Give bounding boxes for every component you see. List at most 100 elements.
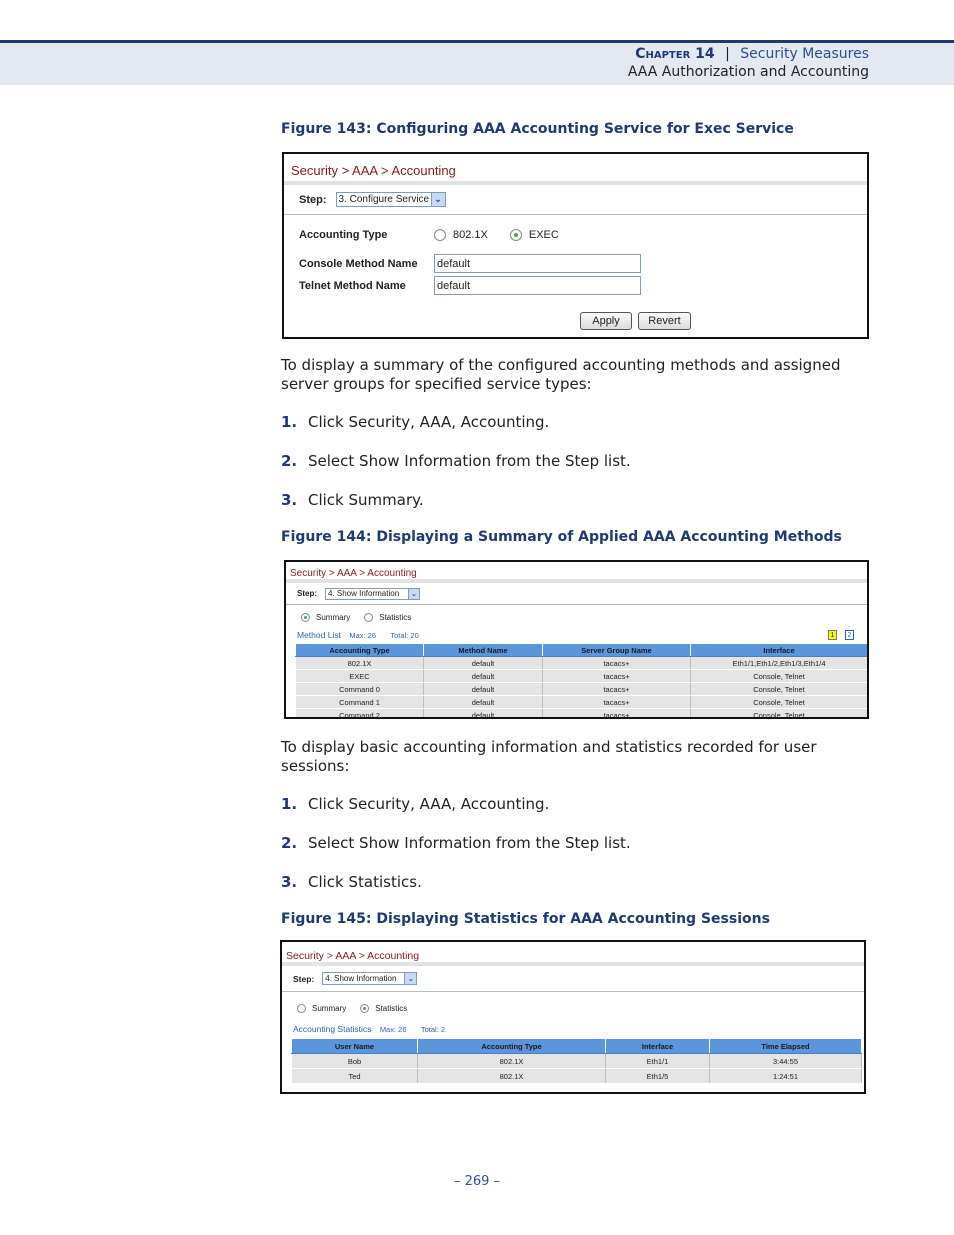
telnet-method-row: Telnet Method Name default <box>299 276 641 295</box>
figure-144-caption: Figure 144: Displaying a Summary of Appl… <box>281 529 842 545</box>
step-number: 2. <box>281 834 298 852</box>
step-label: Step: <box>297 589 317 598</box>
column-header: Interface <box>605 1038 710 1054</box>
cell: Command 2 <box>295 708 424 717</box>
cell: 802.1X <box>417 1053 606 1069</box>
cell: Bob <box>291 1053 418 1069</box>
cell: tacacs+ <box>542 708 691 717</box>
cell: Eth1/1 <box>605 1053 710 1069</box>
max-count: Max: 26 <box>349 631 377 640</box>
cell: tacacs+ <box>542 669 691 683</box>
cell: default <box>423 669 543 683</box>
figure-143-screenshot: Security > AAA > Accounting Step: 3. Con… <box>282 152 869 339</box>
step-item: 2. Select Show Information from the Step … <box>281 834 631 852</box>
figure-145-screenshot: Security > AAA > Accounting Step: 4. Sho… <box>280 940 866 1094</box>
cell: Ted <box>291 1068 418 1084</box>
list-title: Accounting Statistics Max: 26 Total: 2 <box>293 1024 445 1034</box>
chevron-down-icon[interactable]: ⌄ <box>404 973 417 984</box>
breadcrumb: Security > AAA > Accounting <box>286 950 420 962</box>
step-label: Step: <box>299 193 327 206</box>
figure-143-caption: Figure 143: Configuring AAA Accounting S… <box>281 121 794 137</box>
cell: tacacs+ <box>542 656 691 670</box>
step-select[interactable]: 4. Show Information ⌄ <box>322 972 418 985</box>
cell: default <box>423 682 543 696</box>
console-method-row: Console Method Name default <box>299 254 641 273</box>
chevron-down-icon[interactable]: ⌄ <box>408 588 419 599</box>
table-header-row: User Name Accounting Type Interface Time… <box>291 1038 862 1054</box>
radio-exec[interactable] <box>509 229 522 241</box>
step-item: 3. Click Statistics. <box>281 873 422 891</box>
step-text: Click Summary. <box>308 491 424 509</box>
radio-summary[interactable] <box>301 613 310 622</box>
page-1-button[interactable]: 1 <box>828 630 837 640</box>
radio-summary-label: Summary <box>316 613 351 622</box>
step-text: Click Security, AAA, Accounting. <box>308 413 550 431</box>
table-row: Command 0 default tacacs+ Console, Telne… <box>295 682 867 696</box>
page-number: – 269 – <box>453 1174 501 1189</box>
revert-button[interactable]: Revert <box>638 312 691 330</box>
breadcrumb-bar: Security > AAA > Accounting <box>286 562 867 583</box>
intro-paragraph-1: To display a summary of the configured a… <box>281 356 841 393</box>
breadcrumb: Security > AAA > Accounting <box>291 163 456 178</box>
accounting-statistics-title: Accounting Statistics <box>293 1024 372 1034</box>
step-select-value: 3. Configure Service <box>338 194 430 205</box>
header-separator: | <box>725 46 730 62</box>
figure-144-screenshot: Security > AAA > Accounting Step: 4. Sho… <box>284 560 869 719</box>
table-row: Command 1 default tacacs+ Console, Telne… <box>295 695 867 709</box>
console-method-input[interactable]: default <box>434 254 641 273</box>
radio-802-1x[interactable] <box>434 229 446 241</box>
step-item: 1. Click Security, AAA, Accounting. <box>281 413 549 431</box>
cell: Eth1/1,Eth1/2,Eth1/3,Eth1/4 <box>690 656 867 670</box>
step-item: 1. Click Security, AAA, Accounting. <box>281 795 549 813</box>
chevron-down-icon[interactable]: ⌄ <box>430 193 445 206</box>
step-text: Click Statistics. <box>308 873 422 891</box>
step-select-value: 4. Show Information <box>328 589 400 598</box>
breadcrumb-bar: Security > AAA > Accounting <box>284 154 867 185</box>
cell: Command 0 <box>295 682 424 696</box>
column-header: Accounting Type <box>295 643 424 657</box>
section-title: Security Measures <box>740 46 869 62</box>
method-list-title: Method List <box>297 630 341 640</box>
cell: 802.1X <box>295 656 424 670</box>
step-text: Select Show Information from the Step li… <box>308 452 631 470</box>
list-title: Method List Max: 26 Total: 20 <box>297 630 419 640</box>
step-number: 1. <box>281 795 298 813</box>
table-row: 802.1X default tacacs+ Eth1/1,Eth1/2,Eth… <box>295 656 867 670</box>
column-header: Interface <box>690 643 867 657</box>
figure-145-caption: Figure 145: Displaying Statistics for AA… <box>281 911 770 927</box>
column-header: Method Name <box>423 643 543 657</box>
cell: EXEC <box>295 669 424 683</box>
telnet-method-label: Telnet Method Name <box>299 279 406 292</box>
step-row: Step: 3. Configure Service ⌄ <box>284 185 867 215</box>
step-row: Step: 4. Show Information ⌄ <box>286 583 867 605</box>
step-number: 1. <box>281 413 298 431</box>
radio-statistics-label: Statistics <box>375 1004 408 1013</box>
step-text: Click Security, AAA, Accounting. <box>308 795 550 813</box>
cell: default <box>423 708 543 717</box>
cell: tacacs+ <box>542 695 691 709</box>
chapter-heading: Chapter 14 | Security Measures <box>635 46 869 62</box>
table-row: EXEC default tacacs+ Console, Telnet <box>295 669 867 683</box>
step-select[interactable]: 3. Configure Service ⌄ <box>335 192 446 207</box>
radio-summary[interactable] <box>297 1004 306 1013</box>
cell: 1:24:51 <box>709 1068 862 1084</box>
table-row: Bob 802.1X Eth1/1 3:44:55 <box>291 1053 862 1069</box>
step-label: Step: <box>293 973 315 984</box>
step-select[interactable]: 4. Show Information ⌄ <box>325 587 420 600</box>
cell: Command 1 <box>295 695 424 709</box>
radio-statistics[interactable] <box>360 1004 370 1013</box>
table-row: Ted 802.1X Eth1/5 1:24:51 <box>291 1068 862 1084</box>
max-count: Max: 26 <box>379 1025 407 1034</box>
step-text: Select Show Information from the Step li… <box>308 834 631 852</box>
telnet-method-input[interactable]: default <box>434 276 641 295</box>
chapter-label: Chapter 14 <box>635 46 715 62</box>
intro-paragraph-2: To display basic accounting information … <box>281 738 817 775</box>
apply-button[interactable]: Apply <box>580 312 632 330</box>
radio-statistics[interactable] <box>364 613 374 622</box>
column-header: Accounting Type <box>417 1038 606 1054</box>
step-select-value: 4. Show Information <box>325 974 397 983</box>
step-item: 3. Click Summary. <box>281 491 424 509</box>
page-2-button[interactable]: 2 <box>845 630 854 640</box>
cell: Console, Telnet <box>690 669 867 683</box>
table-header-row: Accounting Type Method Name Server Group… <box>295 643 867 657</box>
